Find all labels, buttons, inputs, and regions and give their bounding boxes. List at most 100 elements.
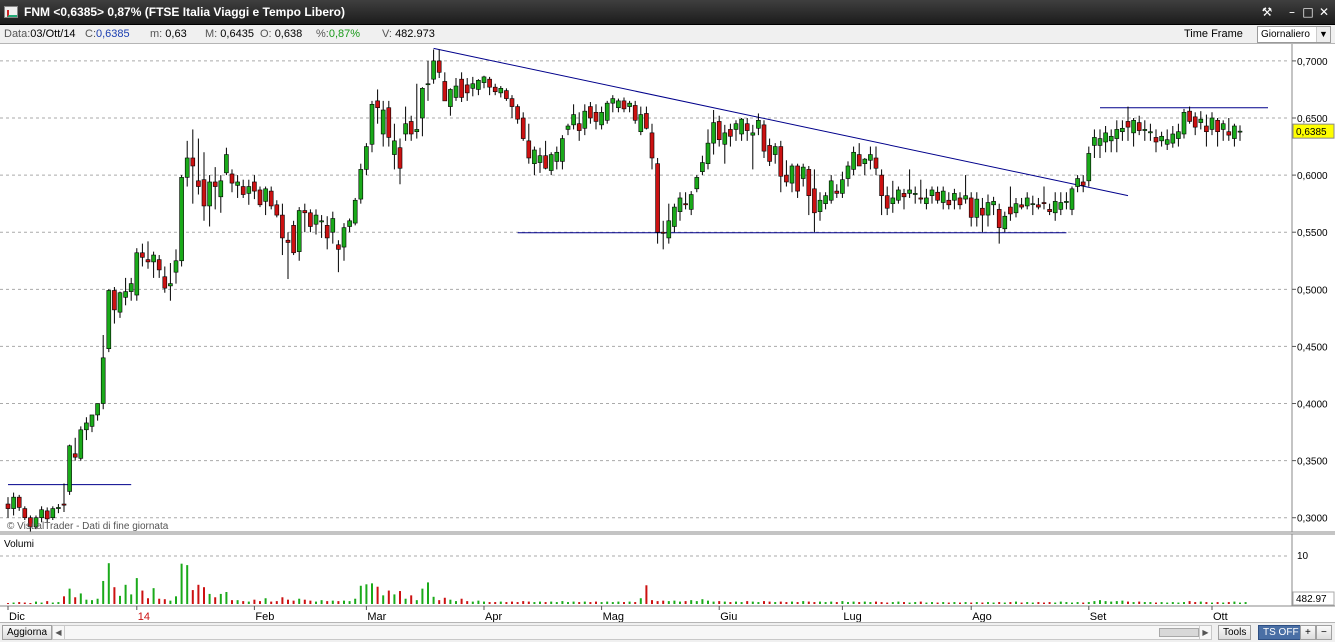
volume-bar <box>740 602 743 604</box>
volume-bar <box>180 563 183 604</box>
candle-body <box>588 106 593 119</box>
candle-body <box>761 124 767 152</box>
candle-body <box>1002 215 1008 230</box>
candle-body <box>341 227 347 248</box>
volume-bar <box>348 601 351 604</box>
candle-body <box>414 129 420 133</box>
candle-body <box>548 154 554 171</box>
volume-bar <box>539 601 541 604</box>
ts-toggle-button[interactable]: TS OFF <box>1258 625 1304 640</box>
volume-bar <box>1037 602 1040 604</box>
volume-bar <box>662 600 665 604</box>
volume-bar <box>583 601 586 604</box>
volume-bar <box>908 602 911 604</box>
volume-bar <box>158 598 161 604</box>
candle-body <box>638 114 644 133</box>
candle-body <box>128 283 134 292</box>
volume-bar <box>757 602 760 604</box>
candle-body <box>16 496 22 508</box>
volume-bar <box>231 600 233 604</box>
candle-body <box>907 189 912 194</box>
candle-body <box>599 111 604 126</box>
volume-bar <box>779 601 782 604</box>
volume-bar <box>337 601 340 604</box>
candle-body <box>1204 125 1209 133</box>
volume-bar <box>998 602 1001 604</box>
volume-bar <box>415 600 418 604</box>
volume-bar <box>891 602 894 604</box>
candle-body <box>688 194 694 210</box>
volume-bar <box>471 601 474 604</box>
candle-body <box>347 220 352 227</box>
candle-body <box>1215 119 1220 133</box>
candle-body <box>364 146 369 170</box>
candle-body <box>604 102 610 121</box>
tools-icon[interactable]: ⚒ <box>1258 4 1276 20</box>
candle-body <box>660 231 666 234</box>
max-readout: M: 0,6435 <box>205 28 254 40</box>
volume-bar <box>1031 602 1034 604</box>
volume-bar <box>544 602 547 604</box>
candle-body <box>532 149 537 164</box>
candle-body <box>739 118 744 135</box>
timeframe-select[interactable]: Giornaliero ▼ <box>1257 26 1331 43</box>
tools-button[interactable]: Tools <box>1218 625 1252 640</box>
refresh-button[interactable]: Aggiorna <box>2 625 53 640</box>
volume-bar <box>1216 602 1219 604</box>
candle-body <box>868 154 873 161</box>
volume-bar <box>281 597 284 604</box>
volume-bar <box>1199 601 1202 604</box>
scroll-right-icon[interactable]: ▶ <box>1199 626 1211 639</box>
volume-bar <box>959 602 961 604</box>
window-title: FNM <0,6385> 0,87% (FTSE Italia Viaggi e… <box>24 5 345 19</box>
chart-area[interactable]: 0,7000 0,6500 0,6000 0,5500 0,5000 0,4500 0,40… <box>0 44 1335 623</box>
volume-bar <box>1132 602 1135 604</box>
candle-body <box>884 195 890 209</box>
volume-bar <box>852 601 855 604</box>
volume-bar <box>712 601 715 604</box>
candle-body <box>968 197 974 218</box>
volume-bar <box>35 601 37 604</box>
candle-body <box>196 180 201 187</box>
volume-bar <box>751 601 754 604</box>
candle-body <box>1047 209 1052 212</box>
date-tick-label: Mag <box>603 611 624 622</box>
time-scrollbar[interactable]: ◀ ▶ <box>52 625 1212 640</box>
volume-bar <box>68 588 71 604</box>
price-chart[interactable]: 0,7000 0,6500 0,6000 0,5500 0,5000 0,4500 0,40… <box>0 44 1335 623</box>
candle-body <box>1103 132 1108 143</box>
volume-bar <box>1110 601 1113 604</box>
scroll-left-icon[interactable]: ◀ <box>53 626 65 639</box>
scroll-thumb[interactable] <box>1159 628 1199 637</box>
volume-bar <box>259 601 261 604</box>
volume-bar <box>925 602 928 604</box>
volume-bar <box>527 601 530 604</box>
price-tick-label: 0,5500 <box>1297 228 1328 239</box>
candle-body <box>207 181 212 207</box>
candle-body <box>1226 131 1232 136</box>
candle-body <box>459 78 464 98</box>
volume-bar <box>141 590 144 604</box>
volume-bar <box>130 594 133 604</box>
volume-bar <box>191 590 194 604</box>
candle-body <box>817 199 823 212</box>
close-icon[interactable]: ✕ <box>1315 4 1333 20</box>
candle-body <box>683 203 688 206</box>
zoom-in-button[interactable]: + <box>1300 625 1316 640</box>
volume-bar <box>561 601 564 604</box>
candle-body <box>750 132 756 136</box>
candle-body <box>554 151 560 162</box>
candle-body <box>879 174 884 196</box>
volume-bar <box>1087 602 1090 604</box>
volume-bar <box>236 600 239 604</box>
volume-bar <box>533 602 536 604</box>
candle-body <box>1164 139 1170 145</box>
volume-bar <box>203 587 205 604</box>
volume-bar <box>1121 600 1124 604</box>
candle-body <box>487 78 492 88</box>
zoom-out-button[interactable]: − <box>1316 625 1332 640</box>
volume-bar <box>947 602 950 604</box>
volume-bar <box>326 601 329 604</box>
volume-bar <box>12 602 15 604</box>
volume-bar <box>1244 602 1247 604</box>
